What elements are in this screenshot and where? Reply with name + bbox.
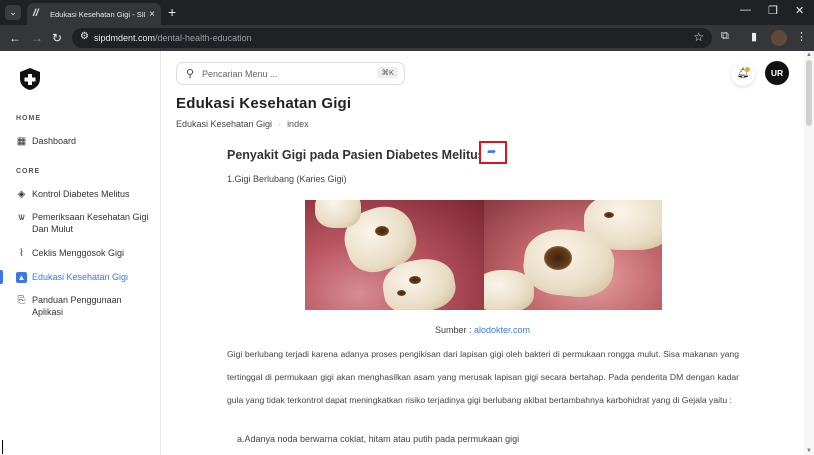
sidebar-item-label: Ceklis Menggosok Gigi	[32, 248, 125, 258]
profile-avatar[interactable]	[771, 30, 787, 46]
address-bar[interactable]: ⚙ sipdmdent.com/dental-health-education …	[72, 28, 712, 48]
caries-image	[305, 200, 662, 310]
tab-title: Edukasi Kesehatan Gigi - SIP DM	[50, 9, 145, 19]
scroll-up-icon[interactable]: ▲	[806, 52, 812, 58]
symptom-list-item: a.Adanya noda berwarna coklat, hitam ata…	[237, 434, 520, 444]
breadcrumb-current: index	[287, 119, 309, 129]
section-label-core: CORE	[16, 168, 41, 175]
sidebar-item-label: Panduan Penggunaan Aplikasi	[32, 295, 122, 317]
new-tab-button[interactable]: +	[168, 4, 176, 20]
tab-search-button[interactable]: ⌄	[5, 5, 21, 20]
close-tab-icon[interactable]: ×	[149, 9, 155, 20]
text-cursor	[2, 440, 3, 454]
user-avatar[interactable]: UR	[765, 61, 789, 85]
breadcrumb: Edukasi Kesehatan Gigi · index	[176, 119, 309, 129]
droplet-icon: ◈	[17, 189, 26, 200]
caries-photo-left	[305, 200, 484, 310]
sidebar-item-kontrol-diabetes[interactable]: ◈ Kontrol Diabetes Melitus	[0, 188, 160, 200]
sidebar-item-label: Kontrol Diabetes Melitus	[32, 189, 130, 199]
bookmark-star-icon[interactable]: ☆	[693, 30, 704, 44]
section-label-home: HOME	[16, 115, 41, 122]
url-path: /dental-health-education	[155, 33, 252, 43]
reload-icon[interactable]: ↻	[52, 30, 62, 46]
breadcrumb-separator: ·	[278, 119, 282, 129]
browser-tab[interactable]: // Edukasi Kesehatan Gigi - SIP DM ×	[27, 3, 161, 25]
url-domain: sipdmdent.com	[94, 33, 156, 43]
browser-toolbar: ← → ↻ ⚙ sipdmdent.com/dental-health-educ…	[0, 25, 814, 51]
page-scrollbar[interactable]: ▲ ▼	[804, 51, 814, 455]
sidebar-item-label: Dashboard	[32, 136, 77, 146]
education-icon: ▲	[16, 272, 27, 283]
sidebar-item-ceklis[interactable]: ⌇ Ceklis Menggosok Gigi	[0, 247, 160, 259]
article-title: Penyakit Gigi pada Pasien Diabetes Melit…	[227, 148, 485, 162]
guide-icon: ⎘	[17, 295, 26, 306]
reply-arrow-icon: ➦	[487, 146, 497, 158]
sidebar-item-dashboard[interactable]: ▦ Dashboard	[0, 135, 160, 147]
article-paragraph: Gigi berlubang terjadi karena adanya pro…	[227, 349, 739, 405]
sidebar-item-label: Edukasi Kesehatan Gigi	[32, 272, 129, 282]
search-input[interactable]: ⚲ Pencarian Menu ... ⌘K	[176, 62, 405, 85]
extensions-icon[interactable]: ⧉	[721, 30, 729, 43]
browser-tab-bar: ⌄ // Edukasi Kesehatan Gigi - SIP DM × +…	[0, 0, 814, 25]
article-subheading: 1.Gigi Berlubang (Karies Gigi)	[227, 174, 347, 184]
sidebar-item-panduan[interactable]: ⎘ Panduan Penggunaan Aplikasi	[0, 294, 140, 318]
browser-menu-icon[interactable]: ⋮	[796, 30, 807, 43]
sidebar-item-pemeriksaan[interactable]: ѡ Pemeriksaan Kesehatan Gigi Dan Mulut	[0, 211, 150, 235]
site-info-icon[interactable]: ⚙	[80, 31, 89, 42]
restore-icon[interactable]: ❐	[768, 4, 778, 17]
sidebar-item-label: Pemeriksaan Kesehatan Gigi Dan Mulut	[32, 212, 149, 234]
page-title: Edukasi Kesehatan Gigi	[176, 95, 352, 112]
scroll-down-icon[interactable]: ▼	[806, 448, 812, 454]
search-icon: ⚲	[186, 68, 195, 80]
dashboard-icon: ▦	[16, 136, 27, 147]
notification-dot	[745, 67, 750, 72]
search-placeholder: Pencarian Menu ...	[202, 69, 278, 79]
notification-button[interactable]: 🔔︎	[731, 62, 755, 86]
sidebar-item-edukasi[interactable]: ▲ Edukasi Kesehatan Gigi	[0, 271, 160, 283]
side-panel-icon[interactable]: ▮	[751, 30, 757, 43]
back-icon[interactable]: ←	[9, 30, 21, 46]
image-source: Sumber : alodokter.com	[161, 325, 804, 335]
site-favicon-icon: //	[33, 8, 39, 19]
forward-icon[interactable]: →	[31, 30, 43, 46]
toothbrush-icon: ⌇	[19, 248, 24, 259]
source-label: Sumber :	[434, 325, 474, 335]
url-text: sipdmdent.com/dental-health-education	[94, 33, 252, 43]
back-share-button[interactable]: ➦	[479, 141, 507, 164]
main-content: ⚲ Pencarian Menu ... ⌘K 🔔︎ UR Edukasi Ke…	[161, 51, 804, 455]
source-link[interactable]: alodokter.com	[474, 325, 530, 335]
caries-photo-right	[483, 200, 662, 310]
tooth-icon: ѡ	[18, 212, 25, 223]
sidebar: HOME ▦ Dashboard CORE ◈ Kontrol Diabetes…	[0, 51, 161, 455]
minimize-icon[interactable]: —	[740, 4, 751, 16]
scrollbar-thumb[interactable]	[806, 60, 812, 126]
search-shortcut-badge: ⌘K	[377, 67, 398, 78]
breadcrumb-item[interactable]: Edukasi Kesehatan Gigi	[176, 119, 272, 129]
close-window-icon[interactable]: ✕	[795, 4, 804, 17]
app-logo-icon[interactable]	[19, 67, 41, 91]
